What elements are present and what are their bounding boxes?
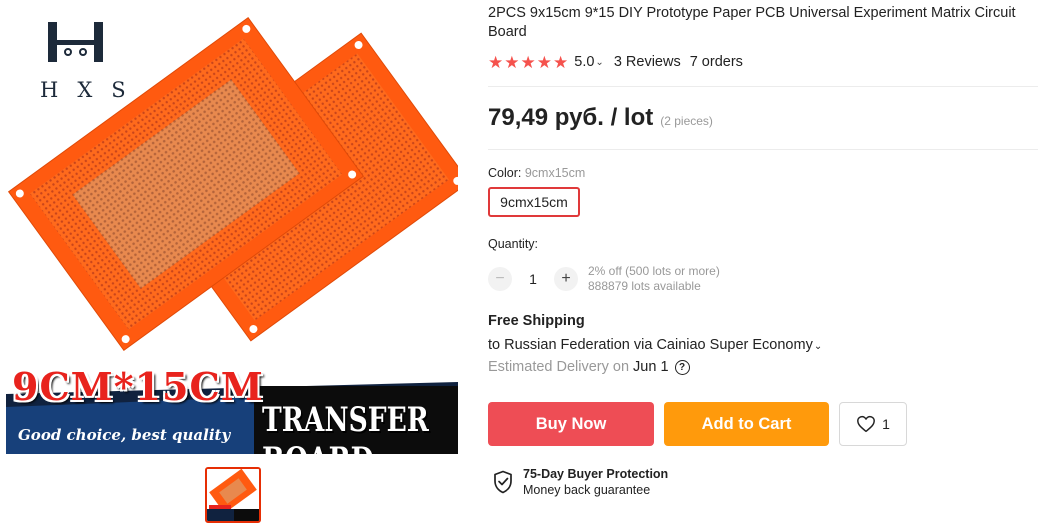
quantity-decrease-button[interactable]: − bbox=[488, 267, 512, 291]
chevron-down-icon: ⌄ bbox=[813, 341, 823, 352]
banner-label: TRANSFER BOARD bbox=[262, 400, 429, 454]
star-icon: ★ bbox=[504, 52, 520, 72]
chevron-down-icon[interactable]: ⌄ bbox=[595, 57, 603, 68]
delivery-estimate-label: Estimated Delivery on bbox=[488, 359, 630, 375]
banner-title: 9CM*15CM bbox=[12, 364, 264, 409]
bulk-discount-note: 2% off (500 lots or more) bbox=[588, 264, 720, 278]
star-rating: ★ ★ ★ ★ ★ bbox=[488, 54, 568, 71]
product-gallery: 9CM*15CM Good choice, best quality TRANS… bbox=[0, 0, 462, 528]
star-icon: ★ bbox=[553, 52, 569, 72]
product-title: 2PCS 9x15cm 9*15 DIY Prototype Paper PCB… bbox=[488, 5, 1016, 40]
availability-note: 888879 lots available bbox=[588, 279, 701, 293]
heart-icon bbox=[857, 415, 876, 433]
quantity-stepper: − 1 + 2% off (500 lots or more) 888879 l… bbox=[488, 264, 720, 294]
price-row: 79,49 руб. / lot (2 pieces) bbox=[488, 104, 713, 132]
wishlist-button[interactable]: 1 bbox=[839, 402, 907, 446]
sku-option-9cmx15cm[interactable]: 9cmx15cm bbox=[488, 187, 580, 217]
price-amount: 79,49 руб. / lot bbox=[488, 104, 654, 131]
sku-property-label: Color: 9cmx15cm bbox=[488, 166, 585, 180]
shield-check-icon bbox=[494, 470, 512, 494]
thumbnail-image bbox=[207, 469, 259, 521]
buyer-protection-title: 75-Day Buyer Protection bbox=[523, 467, 669, 481]
reviews-link[interactable]: 3 Reviews bbox=[614, 54, 681, 70]
price-unit-note: (2 pieces) bbox=[660, 114, 713, 128]
question-circle-icon[interactable]: ? bbox=[674, 359, 690, 375]
buyer-protection: 75-Day Buyer Protection Money back guara… bbox=[493, 466, 668, 498]
orders-count: 7 orders bbox=[689, 54, 743, 70]
divider bbox=[488, 149, 1038, 150]
gallery-thumbnail[interactable] bbox=[205, 467, 261, 523]
delivery-date: Jun 1 bbox=[633, 359, 669, 375]
quantity-notes: 2% off (500 lots or more) 888879 lots av… bbox=[588, 264, 720, 294]
hxs-logo-icon bbox=[48, 22, 103, 62]
sku-label-text: Color: bbox=[488, 166, 522, 180]
sku-selected-value: 9cmx15cm bbox=[524, 166, 586, 180]
buyer-protection-subtitle: Money back guarantee bbox=[523, 483, 651, 497]
shipping-route: to Russian Federation via Cainiao Super … bbox=[488, 337, 813, 353]
delivery-estimate: Estimated Delivery on Jun 1 ? bbox=[488, 359, 690, 375]
quantity-input[interactable]: 1 bbox=[512, 271, 554, 287]
star-icon: ★ bbox=[520, 52, 536, 72]
quantity-label: Quantity: bbox=[488, 237, 539, 251]
star-icon: ★ bbox=[536, 52, 552, 72]
shipping-method-selector[interactable]: to Russian Federation via Cainiao Super … bbox=[488, 337, 822, 353]
buy-now-button[interactable]: Buy Now bbox=[488, 402, 654, 446]
rating-row: ★ ★ ★ ★ ★ 5.0 ⌄ 3 Reviews 7 orders bbox=[488, 52, 743, 72]
divider bbox=[488, 86, 1038, 87]
banner-tagline: Good choice, best quality bbox=[18, 426, 231, 444]
shipping-title: Free Shipping bbox=[488, 313, 585, 329]
add-to-cart-button[interactable]: Add to Cart bbox=[664, 402, 829, 446]
wishlist-count: 1 bbox=[882, 416, 890, 432]
main-product-image[interactable]: 9CM*15CM Good choice, best quality TRANS… bbox=[6, 2, 458, 454]
rating-value[interactable]: 5.0 bbox=[574, 54, 594, 70]
star-icon: ★ bbox=[488, 52, 504, 72]
buyer-protection-text: 75-Day Buyer Protection Money back guara… bbox=[523, 466, 668, 498]
logo-text: HXS bbox=[40, 78, 145, 102]
quantity-increase-button[interactable]: + bbox=[554, 267, 578, 291]
